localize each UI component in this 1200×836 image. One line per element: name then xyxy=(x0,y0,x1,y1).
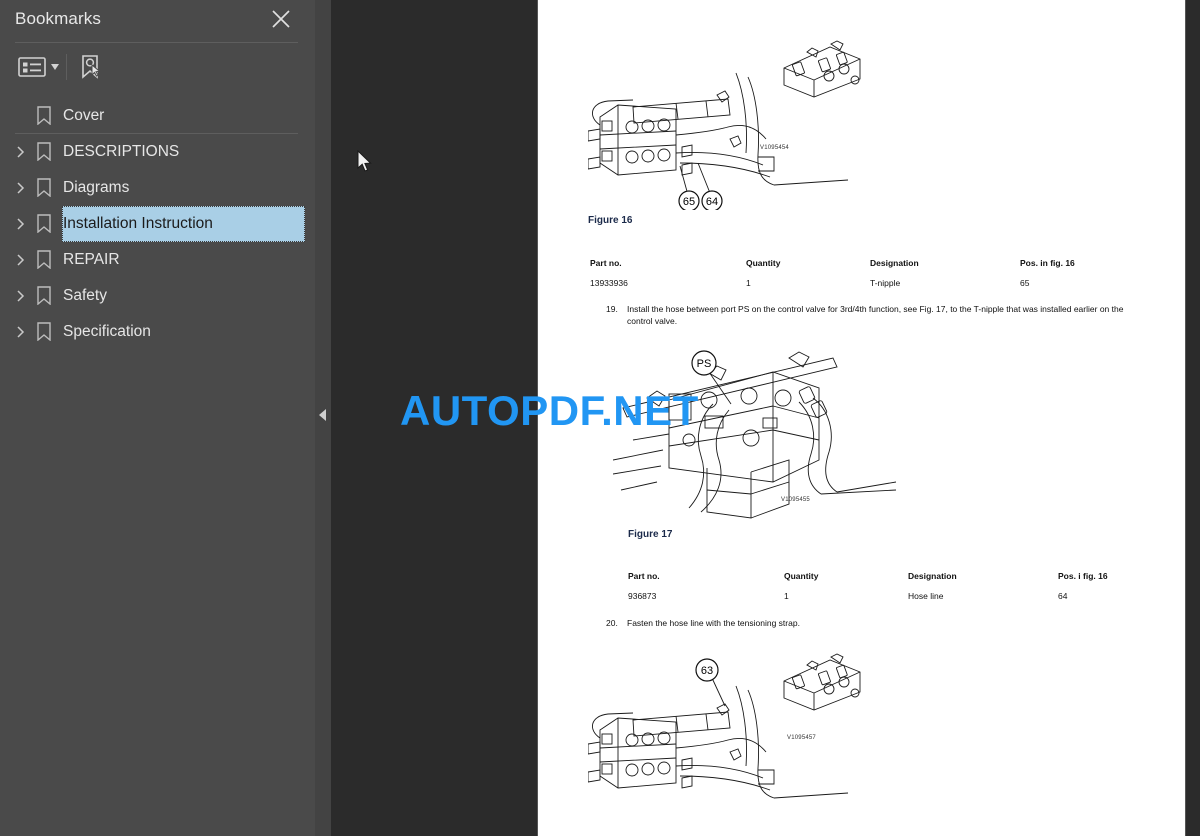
mouse-pointer-icon xyxy=(357,149,375,174)
pdf-viewer-window: Bookmarks Cover DESCRIPTIONS Diagrams In… xyxy=(0,0,1200,836)
col-position: Pos. i fig. 16 xyxy=(1058,571,1108,581)
bookmark-icon xyxy=(36,322,54,342)
cell-quantity: 1 xyxy=(746,278,751,288)
triangle-left-icon xyxy=(319,409,326,421)
figure-bottom-illustration: 63 xyxy=(588,648,888,823)
bookmark-item-label: Safety xyxy=(63,287,107,304)
bookmark-item-label: Installation Instruction xyxy=(62,206,305,242)
document-viewer[interactable]: AUTOPDF.NET 65 64 V1095454 Figure 16 Par… xyxy=(331,0,1200,836)
callout-63: 63 xyxy=(701,665,713,677)
table-header-row: Part no. Quantity Designation Pos. i fig… xyxy=(628,571,1188,588)
table-row: 936873 1 Hose line 64 xyxy=(628,591,1188,608)
cell-designation: Hose line xyxy=(908,591,944,601)
bookmark-item-label: Diagrams xyxy=(63,179,130,196)
watermark-text: AUTOPDF.NET xyxy=(400,387,699,434)
cell-quantity: 1 xyxy=(784,591,789,601)
bookmark-item-label: Cover xyxy=(63,107,105,124)
chevron-right-icon[interactable] xyxy=(14,180,30,196)
callout-65: 65 xyxy=(683,196,695,208)
figure-17-code: V1095455 xyxy=(781,497,810,503)
chevron-down-icon xyxy=(51,64,59,70)
chevron-right-icon[interactable] xyxy=(14,216,30,232)
cell-part-no: 13933936 xyxy=(590,278,628,288)
step-text: Install the hose between port PS on the … xyxy=(627,304,1124,327)
bookmark-item-label: DESCRIPTIONS xyxy=(63,143,180,160)
bookmark-item-cover[interactable]: Cover xyxy=(0,98,315,134)
step-number: 19. xyxy=(606,304,618,314)
col-part-no: Part no. xyxy=(590,258,622,268)
bookmarks-panel: Bookmarks Cover DESCRIPTIONS Diagrams In… xyxy=(0,0,315,836)
table-row: 13933936 1 T-nipple 65 xyxy=(590,278,1150,295)
bookmark-list: Cover DESCRIPTIONS Diagrams Installation… xyxy=(0,98,315,350)
parts-table-2: Part no. Quantity Designation Pos. i fig… xyxy=(628,571,1188,608)
bookmark-icon xyxy=(36,142,54,162)
bookmark-item-installation-instruction[interactable]: Installation Instruction xyxy=(0,206,315,242)
chevron-right-icon[interactable] xyxy=(14,288,30,304)
chevron-right-icon[interactable] xyxy=(14,144,30,160)
cell-position: 64 xyxy=(1058,591,1068,601)
step-19: 19. Install the hose between port PS on … xyxy=(606,303,1134,328)
list-options-icon[interactable] xyxy=(17,52,63,82)
cell-position: 65 xyxy=(1020,278,1030,288)
bookmark-item-safety[interactable]: Safety xyxy=(0,278,315,314)
figure-16-caption: Figure 16 xyxy=(588,215,633,226)
bookmark-item-repair[interactable]: REPAIR xyxy=(0,242,315,278)
bookmark-item-label: Specification xyxy=(63,323,151,340)
bookmark-icon xyxy=(36,106,54,126)
bookmark-icon xyxy=(36,286,54,306)
collapse-panel-arrow-icon[interactable] xyxy=(315,0,331,836)
bookmarks-header: Bookmarks xyxy=(0,0,315,43)
callout-64: 64 xyxy=(706,196,718,208)
step-20: 20. Fasten the hose line with the tensio… xyxy=(606,617,1134,629)
chevron-right-icon[interactable] xyxy=(14,324,30,340)
col-designation: Designation xyxy=(908,571,957,581)
toolbar-separator xyxy=(66,54,67,80)
figure-17-caption: Figure 17 xyxy=(628,529,673,540)
bookmark-item-descriptions[interactable]: DESCRIPTIONS xyxy=(0,134,315,170)
col-part-no: Part no. xyxy=(628,571,660,581)
col-position: Pos. in fig. 16 xyxy=(1020,258,1075,268)
bookmark-item-diagrams[interactable]: Diagrams xyxy=(0,170,315,206)
figure-bottom-code: V1095457 xyxy=(787,735,816,741)
panel-title: Bookmarks xyxy=(15,9,101,28)
table-header-row: Part no. Quantity Designation Pos. in fi… xyxy=(590,258,1150,275)
col-quantity: Quantity xyxy=(746,258,781,268)
bookmark-icon xyxy=(36,214,54,234)
step-text: Fasten the hose line with the tensioning… xyxy=(627,618,800,628)
bookmark-item-label: REPAIR xyxy=(63,251,120,268)
callout-ps: PS xyxy=(697,358,712,370)
bookmark-icon xyxy=(36,250,54,270)
bookmark-item-specification[interactable]: Specification xyxy=(0,314,315,350)
chevron-right-icon[interactable] xyxy=(14,252,30,268)
cell-part-no: 936873 xyxy=(628,591,657,601)
col-quantity: Quantity xyxy=(784,571,819,581)
parts-table-1: Part no. Quantity Designation Pos. in fi… xyxy=(590,258,1150,295)
cell-designation: T-nipple xyxy=(870,278,901,288)
new-bookmark-icon[interactable] xyxy=(76,52,106,82)
col-designation: Designation xyxy=(870,258,919,268)
figure-16-illustration: 65 64 xyxy=(588,35,888,210)
bookmark-icon xyxy=(36,178,54,198)
bookmarks-toolbar xyxy=(0,43,315,134)
step-number: 20. xyxy=(606,618,618,628)
close-icon[interactable] xyxy=(269,7,293,31)
figure-16-code: V1095454 xyxy=(760,145,789,151)
